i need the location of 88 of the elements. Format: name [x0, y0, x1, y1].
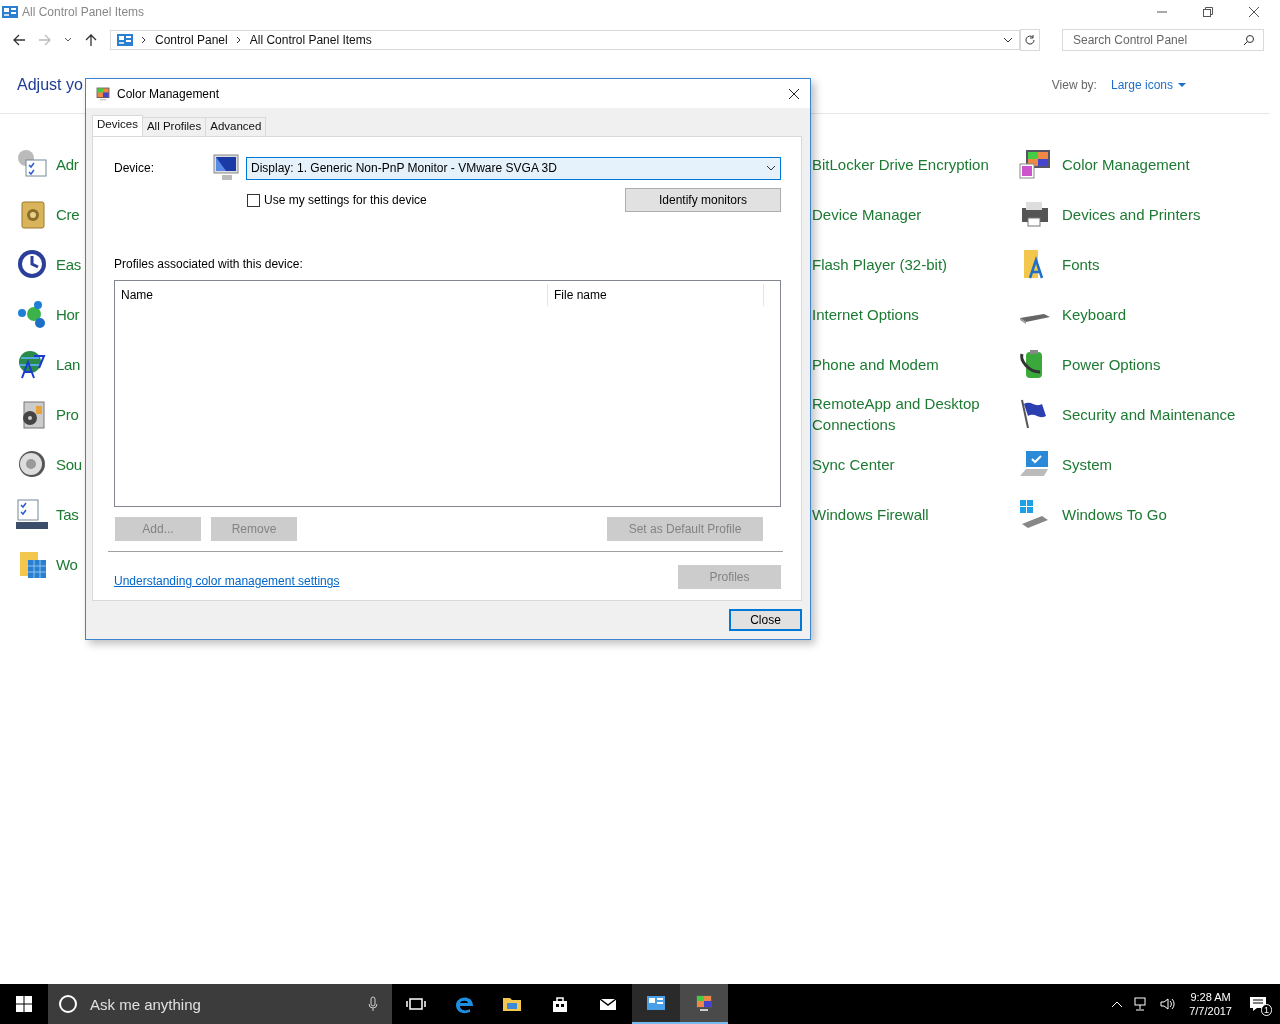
- message-icon: [1249, 996, 1267, 1012]
- caret-icon: [766, 165, 776, 171]
- taskbar-search-box[interactable]: Ask me anything: [48, 984, 392, 1024]
- checklist-icon[interactable]: [16, 148, 48, 180]
- close-icon[interactable]: [1248, 6, 1260, 18]
- dropdown-caret-icon[interactable]: [1003, 36, 1013, 44]
- caret-icon: [1178, 81, 1186, 88]
- up-arrow-icon[interactable]: [84, 33, 98, 47]
- help-link[interactable]: Understanding color management settings: [114, 574, 340, 588]
- chevron-icon: [235, 36, 242, 44]
- chevron-up-icon[interactable]: [1111, 1000, 1124, 1008]
- browser-icon: [454, 994, 474, 1014]
- column-header[interactable]: Name: [115, 284, 548, 306]
- control-panel-icon: [646, 993, 666, 1013]
- control-panel-item[interactable]: Sou: [56, 453, 82, 475]
- monitor-icon: [210, 153, 240, 183]
- control-panel-item[interactable]: Cre: [56, 203, 80, 225]
- monitor-icon: [694, 993, 714, 1013]
- checklist-icon[interactable]: [16, 498, 48, 530]
- control-panel-item[interactable]: Internet Options: [812, 303, 1002, 325]
- control-panel-icon: [117, 32, 133, 48]
- taskbar-search-field[interactable]: Ask me anything: [88, 994, 358, 1014]
- dialog-title: Color Management: [117, 86, 220, 101]
- profiles-list[interactable]: Name File name: [114, 280, 781, 507]
- clock-date[interactable]: 7/7/2017: [1189, 1004, 1232, 1018]
- view-by-dropdown[interactable]: Large icons: [1110, 77, 1186, 92]
- address-bar[interactable]: Control Panel All Control Panel Items: [110, 30, 1020, 50]
- back-arrow-icon[interactable]: [12, 33, 26, 47]
- refresh-button[interactable]: [1020, 29, 1040, 51]
- control-panel-item[interactable]: Fonts: [1062, 253, 1100, 275]
- circle-icon[interactable]: [58, 994, 78, 1014]
- control-panel-item[interactable]: Devices and Printers: [1062, 203, 1201, 225]
- refresh-icon: [1024, 34, 1036, 46]
- control-panel-item[interactable]: Power Options: [1062, 353, 1161, 375]
- column-header[interactable]: File name: [548, 284, 764, 306]
- usb-drive-icon[interactable]: [1018, 498, 1050, 530]
- clock-time[interactable]: 9:28 AM: [1190, 990, 1231, 1004]
- search-icon: [1243, 34, 1255, 46]
- restore-icon[interactable]: [1202, 6, 1214, 18]
- dropdown-caret-icon[interactable]: [64, 36, 72, 44]
- speaker-icon[interactable]: [1159, 996, 1176, 1012]
- action-center-button[interactable]: 1: [1246, 992, 1270, 1016]
- taskbar-app[interactable]: [632, 984, 680, 1024]
- monitor-icon[interactable]: [1018, 148, 1050, 180]
- control-panel-item[interactable]: Pro: [56, 403, 79, 425]
- breadcrumb[interactable]: Control Panel: [155, 33, 228, 47]
- use-settings-checkbox[interactable]: Use my settings for this device: [247, 193, 427, 207]
- tab[interactable]: Devices: [92, 115, 143, 136]
- control-panel-item[interactable]: Lan: [56, 353, 81, 375]
- breadcrumb[interactable]: All Control Panel Items: [249, 33, 372, 47]
- control-panel-item[interactable]: Flash Player (32-bit): [812, 253, 1002, 275]
- molecule-icon[interactable]: [16, 298, 48, 330]
- control-panel-item[interactable]: Tas: [56, 503, 79, 525]
- globe-icon[interactable]: [16, 348, 48, 380]
- notification-count: 1: [1261, 1004, 1272, 1016]
- control-panel-item[interactable]: Security and Maintenance: [1062, 403, 1236, 425]
- control-panel-item[interactable]: Hor: [56, 303, 80, 325]
- profiles-label: Profiles associated with this device:: [114, 257, 304, 271]
- control-panel-item[interactable]: Phone and Modem: [812, 353, 1002, 375]
- control-panel-item[interactable]: Color Management: [1062, 153, 1190, 175]
- microphone-icon[interactable]: [368, 996, 378, 1012]
- control-panel-item[interactable]: Adr: [56, 153, 79, 175]
- page-heading: Adjust yo: [17, 75, 83, 94]
- window-title: All Control Panel Items: [22, 5, 145, 19]
- dial-icon[interactable]: [16, 248, 48, 280]
- shopping-bag-icon: [550, 994, 570, 1014]
- control-panel-item[interactable]: Windows To Go: [1062, 503, 1167, 525]
- close-icon[interactable]: [788, 87, 800, 100]
- speaker-icon[interactable]: [16, 448, 48, 480]
- control-panel-item[interactable]: Device Manager: [812, 203, 1002, 225]
- chevron-icon: [141, 36, 147, 44]
- search-box[interactable]: Search Control Panel: [1062, 29, 1264, 51]
- control-panel-item[interactable]: Wo: [56, 553, 78, 575]
- tab[interactable]: Advanced: [205, 117, 267, 136]
- control-panel-item[interactable]: Keyboard: [1062, 303, 1127, 325]
- control-panel-item[interactable]: BitLocker Drive Encryption: [812, 153, 1002, 175]
- monitor-icon: [95, 85, 111, 102]
- device-label: Device:: [114, 161, 155, 175]
- view-by-label: View by:: [1051, 77, 1097, 92]
- windows-logo-icon: [16, 996, 32, 1012]
- control-panel-item[interactable]: Windows Firewall: [812, 503, 1002, 525]
- control-panel-item[interactable]: Eas: [56, 253, 81, 275]
- close-button[interactable]: Close: [729, 609, 802, 631]
- control-panel-item[interactable]: Sync Center: [812, 453, 1002, 475]
- device-dropdown[interactable]: Display: 1. Generic Non-PnP Monitor - VMware SVGA 3D: [246, 156, 781, 180]
- identify-monitors-button[interactable]: Identify monitors: [625, 188, 781, 212]
- control-panel-item[interactable]: RemoteApp and Desktop Connections: [812, 393, 1002, 435]
- control-panel-item[interactable]: System: [1062, 453, 1112, 475]
